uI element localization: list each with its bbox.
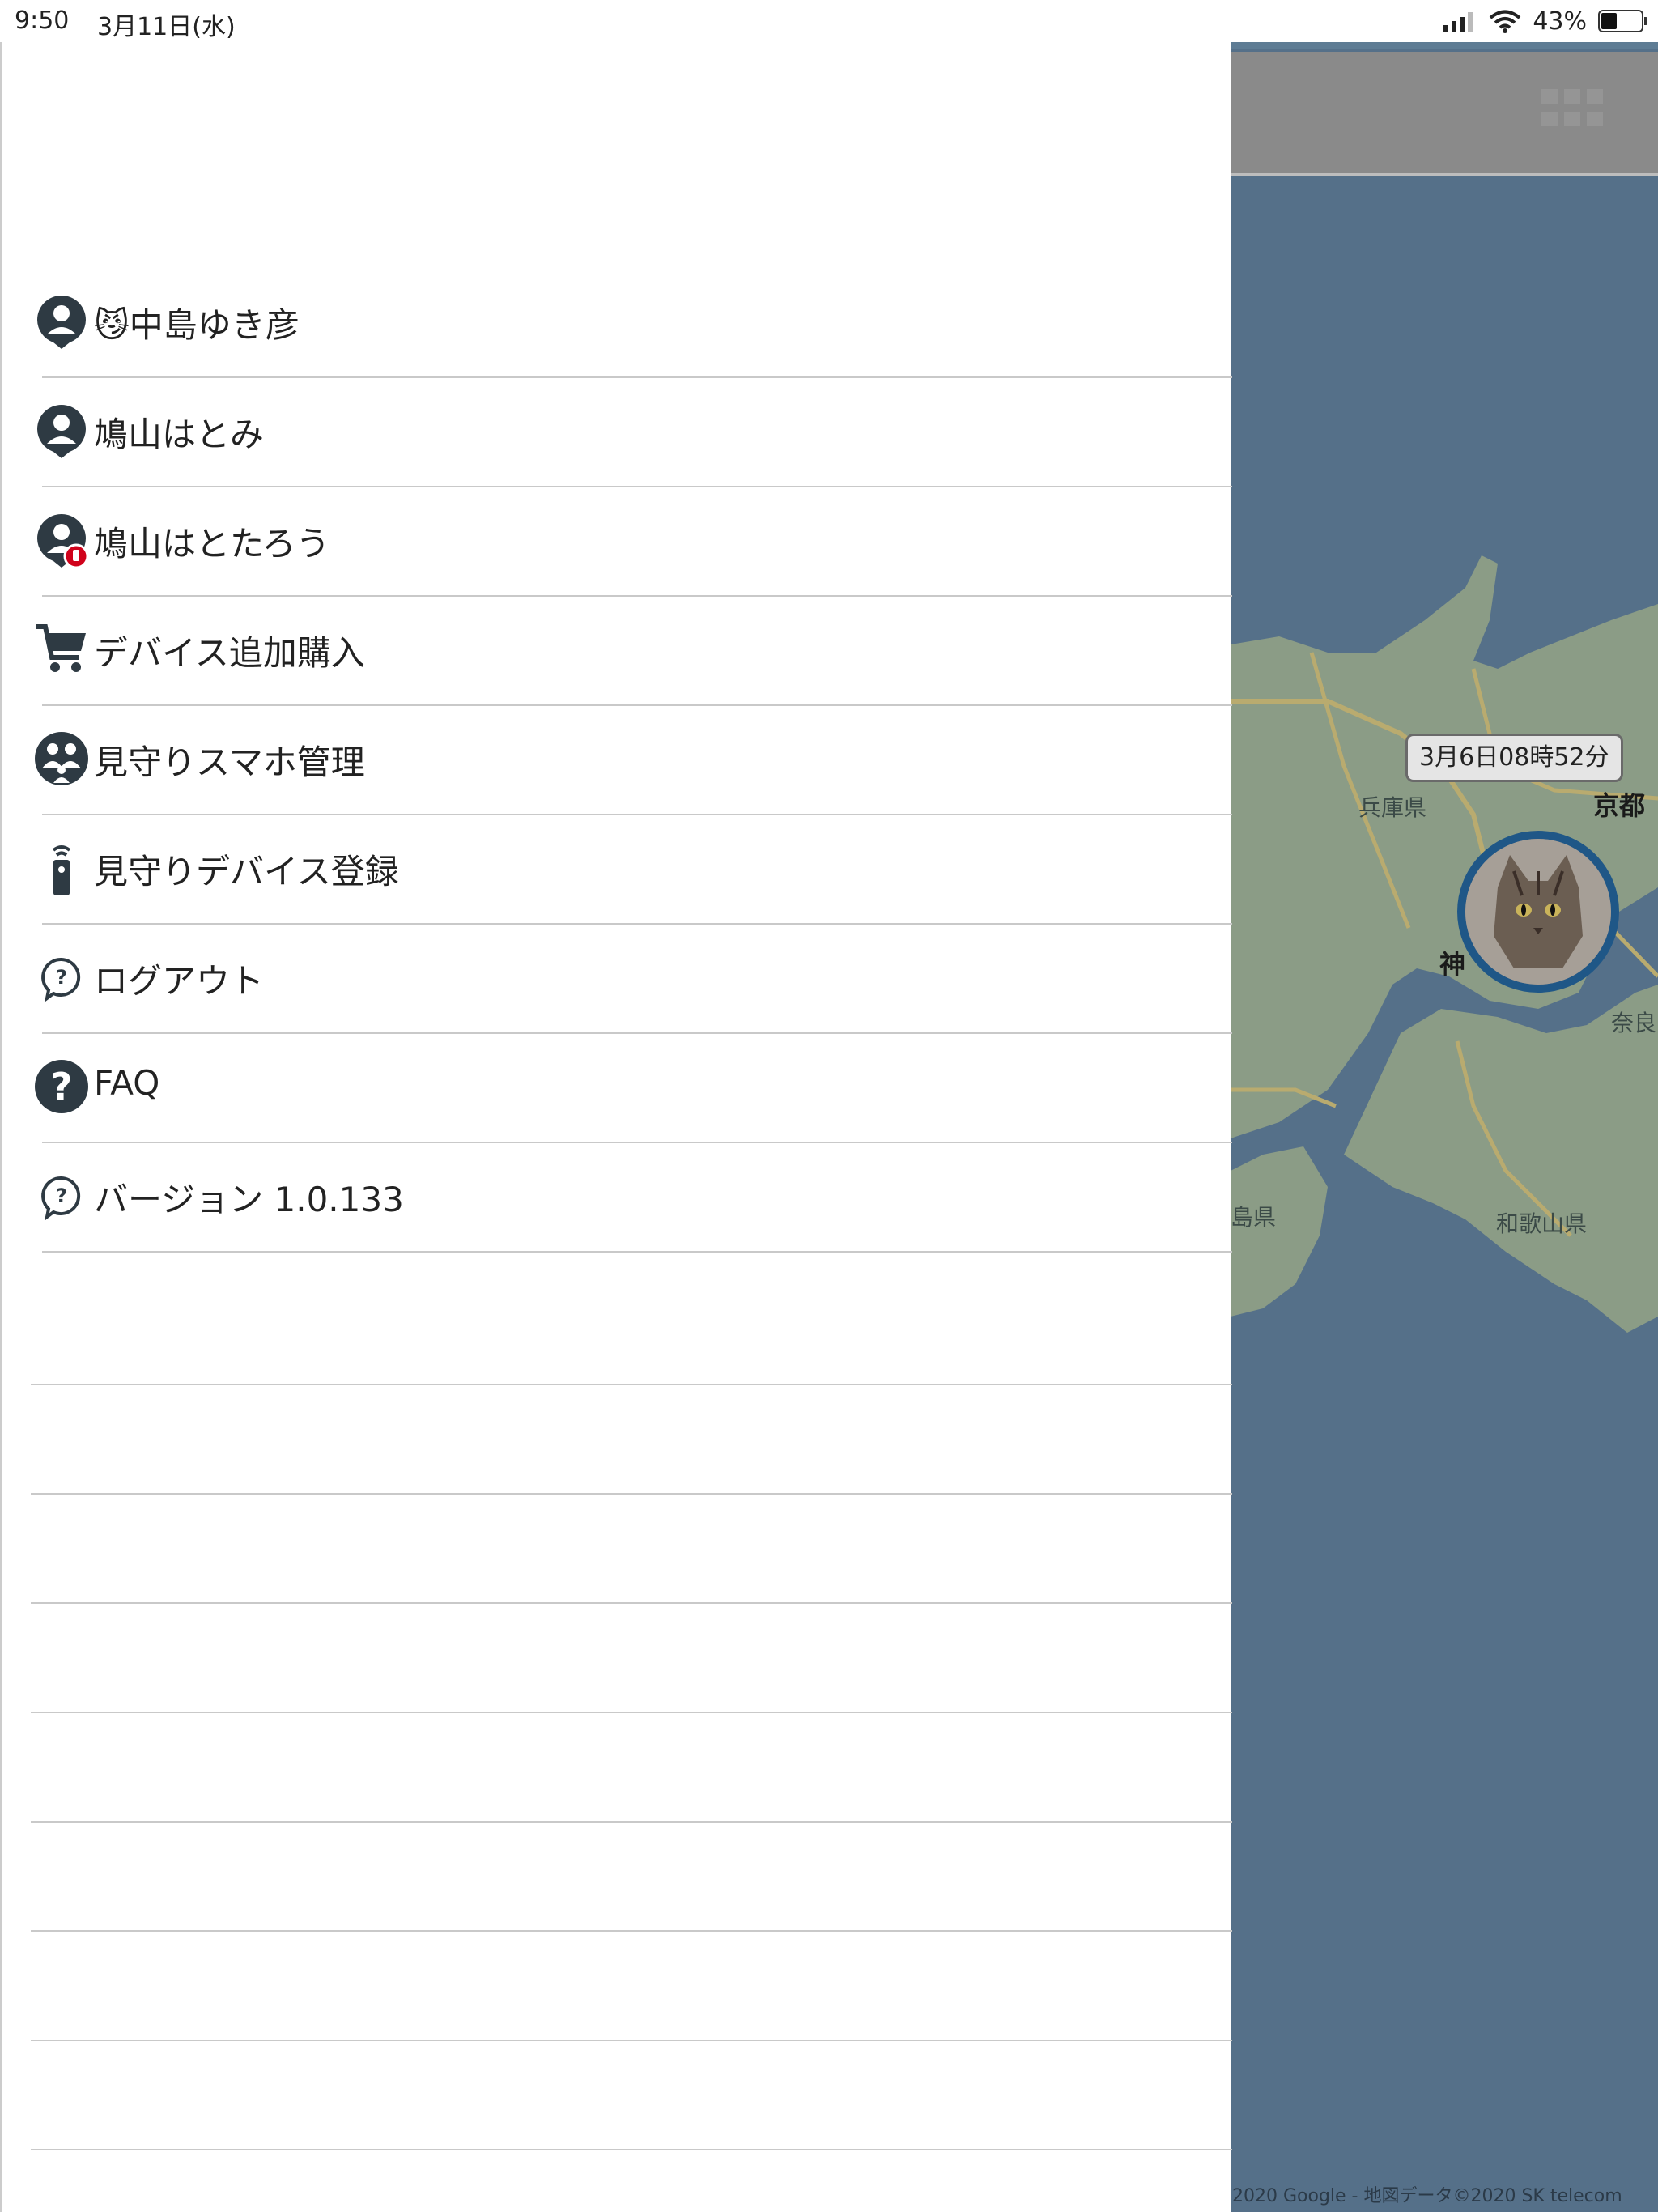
signal-icon	[1443, 12, 1473, 32]
map-credit: 2020 Google - 地図データ©2020 SK telecom	[1232, 2186, 1622, 2206]
svg-text:?: ?	[56, 966, 67, 989]
map-land	[1231, 555, 1658, 1333]
svg-text:?: ?	[51, 1065, 73, 1108]
battery-percentage: 43%	[1533, 6, 1587, 36]
cat-photo	[1465, 839, 1611, 985]
location-time-label: 3月6日08時52分	[1405, 734, 1623, 782]
menu-item-label: 鳩山はとたろう	[94, 524, 330, 564]
empty-row	[31, 1604, 1232, 1713]
menu-item-user-hatotarou[interactable]: 鳩山はとたろう	[37, 487, 1232, 597]
svg-text:?: ?	[56, 1185, 67, 1207]
menu-item-label: 😼中島ゆき彦	[94, 305, 300, 345]
menu-item-version[interactable]: ? バージョン 1.0.133	[41, 1143, 1232, 1253]
help-bubble-icon: ?	[41, 1176, 81, 1221]
side-drawer: 😼中島ゆき彦 鳩山はとみ 鳩山はとたろう デバイス追加購入 見守りスマホ管理 見…	[0, 42, 1232, 2212]
remote-device-icon	[52, 845, 71, 895]
help-circle-icon: ?	[35, 1060, 88, 1113]
drawer-empty-rows	[31, 1276, 1232, 2150]
menu-item-logout[interactable]: ? ログアウト	[41, 925, 1232, 1034]
map-place-nara: 奈良	[1611, 1010, 1657, 1036]
family-icon	[35, 732, 88, 785]
map-place-tokushima: 島県	[1231, 1204, 1277, 1231]
person-pin-icon	[37, 405, 86, 458]
status-bar: 9:50 3月11日(水) 43%	[0, 0, 1658, 42]
status-date: 3月11日(水)	[97, 13, 236, 41]
map-place-hyogo: 兵庫県	[1358, 794, 1427, 821]
map-place-kobe: 神	[1439, 949, 1466, 980]
menu-item-user-nakajima[interactable]: 😼中島ゆき彦	[37, 269, 1232, 378]
empty-row	[31, 1932, 1232, 2041]
menu-item-phone-management[interactable]: 見守りスマホ管理	[35, 706, 1232, 815]
help-bubble-icon: ?	[41, 957, 81, 1002]
map-place-kyoto: 京都	[1593, 790, 1646, 821]
drawer-menu: 😼中島ゆき彦 鳩山はとみ 鳩山はとたろう デバイス追加購入 見守りスマホ管理 見…	[2, 269, 1232, 1253]
battery-icon	[1598, 10, 1647, 32]
menu-item-purchase-device[interactable]: デバイス追加購入	[36, 597, 1232, 706]
menu-item-faq[interactable]: ? FAQ	[35, 1034, 1232, 1143]
menu-item-label: FAQ	[94, 1063, 160, 1103]
menu-item-label: デバイス追加購入	[94, 633, 365, 673]
empty-row	[31, 1713, 1232, 1823]
menu-item-label: 鳩山はとみ	[94, 415, 265, 454]
person-pin-alert-icon	[37, 514, 89, 569]
status-time: 9:50	[15, 6, 70, 35]
menu-item-user-hatomi[interactable]: 鳩山はとみ	[37, 378, 1232, 487]
menu-item-label: ログアウト	[94, 961, 265, 1001]
empty-row	[31, 1495, 1232, 1604]
map-place-wakayama: 和歌山県	[1496, 1210, 1588, 1237]
empty-row	[31, 1385, 1232, 1495]
menu-item-register-device[interactable]: 見守りデバイス登録	[42, 815, 1232, 925]
empty-row	[31, 1823, 1232, 1932]
menu-item-label: バージョン 1.0.133	[94, 1180, 404, 1219]
empty-row	[31, 1276, 1232, 1385]
menu-item-label: 見守りデバイス登録	[94, 852, 399, 891]
wifi-icon	[1490, 10, 1521, 33]
empty-row	[31, 2041, 1232, 2150]
person-pin-icon	[37, 296, 86, 349]
pet-location-marker[interactable]	[1457, 831, 1619, 993]
cart-icon	[36, 624, 86, 672]
map-view[interactable]: 兵庫県 京都 神 奈良 和歌山県 島県 3月6日08時52分 2020 Goog…	[1231, 37, 1658, 2212]
menu-item-label: 見守りスマホ管理	[94, 742, 365, 782]
